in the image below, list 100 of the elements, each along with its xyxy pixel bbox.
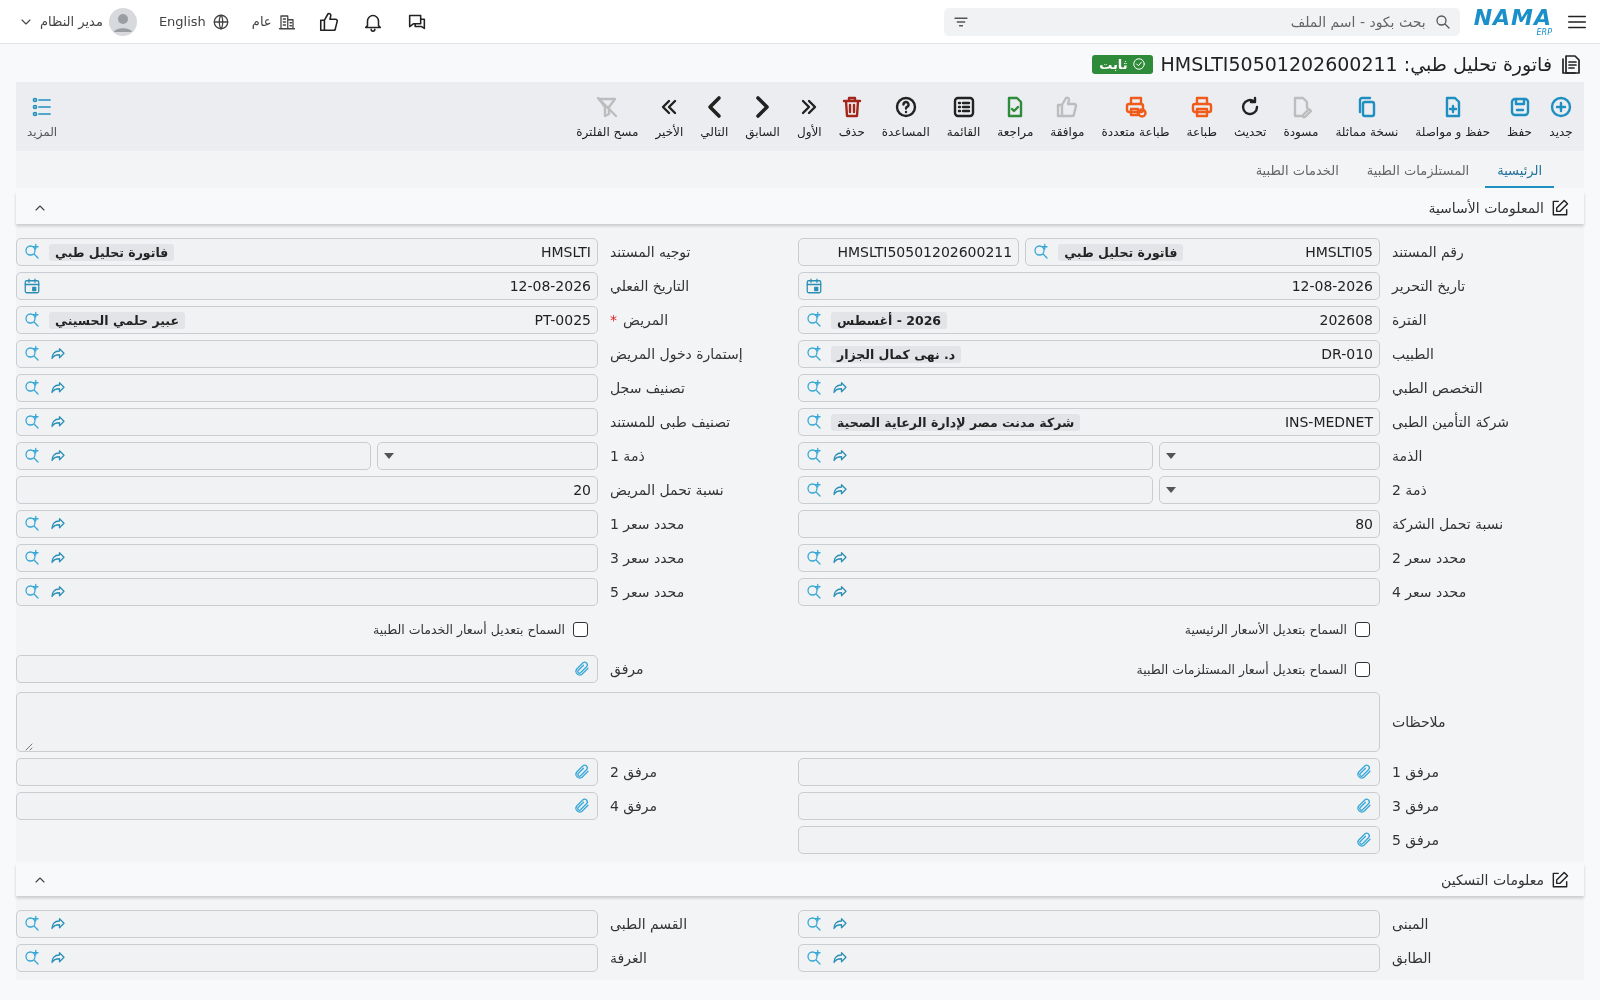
search-bar[interactable]: بحث بكود - اسم الملف xyxy=(943,7,1460,36)
checkbox[interactable] xyxy=(1355,661,1370,677)
search-plus-icon[interactable] xyxy=(23,949,41,967)
toolbar-button[interactable]: مسح الفلترة xyxy=(569,93,646,141)
checkbox[interactable] xyxy=(573,621,588,637)
search-plus-icon[interactable] xyxy=(23,379,41,397)
toolbar-button[interactable]: السابق xyxy=(738,93,787,141)
checkbox-option[interactable]: السماح بتعديل أسعار المستلزمات الطبية xyxy=(1136,661,1380,677)
search-plus-icon[interactable] xyxy=(805,447,823,465)
lookup-field[interactable] xyxy=(16,910,598,938)
lookup-field[interactable] xyxy=(16,408,598,436)
search-plus-icon[interactable] xyxy=(23,583,41,601)
calendar-icon[interactable] xyxy=(23,277,41,295)
toolbar-button[interactable]: القائمة xyxy=(939,93,988,141)
tab[interactable]: الرئيسية xyxy=(1485,159,1554,188)
search-field[interactable]: بحث بكود - اسم الملف xyxy=(975,12,1428,31)
input-field[interactable]: 80 xyxy=(798,510,1380,538)
search-plus-icon[interactable] xyxy=(805,481,823,499)
lookup-field[interactable] xyxy=(798,476,1153,504)
paperclip-icon[interactable] xyxy=(1355,763,1373,781)
section-header[interactable]: معلومات التسكين xyxy=(16,864,1584,896)
search-plus-icon[interactable] xyxy=(23,243,41,261)
section-header[interactable]: المعلومات الأساسية xyxy=(16,192,1584,224)
calendar-icon[interactable] xyxy=(805,277,823,295)
date-field[interactable]: 12-08-2026 xyxy=(798,272,1380,300)
toolbar-button[interactable]: موافقة xyxy=(1043,93,1092,141)
search-plus-icon[interactable] xyxy=(23,549,41,567)
toolbar-button[interactable]: حذف xyxy=(831,93,872,141)
toolbar-button[interactable]: تحديث xyxy=(1226,93,1274,141)
lookup-field[interactable] xyxy=(16,442,371,470)
lookup-field[interactable] xyxy=(16,944,598,972)
toolbar-button[interactable]: التالي xyxy=(693,93,736,141)
paperclip-icon[interactable] xyxy=(573,763,591,781)
lookup-field[interactable] xyxy=(16,578,598,606)
tab[interactable]: المستلزمات الطبية xyxy=(1354,159,1482,188)
search-plus-icon[interactable] xyxy=(805,413,823,431)
company-menu[interactable]: عام xyxy=(251,12,296,31)
paperclip-icon[interactable] xyxy=(573,660,591,678)
thumbs-up-icon[interactable] xyxy=(317,10,340,33)
toolbar-button[interactable]: طباعة xyxy=(1179,93,1224,141)
search-plus-icon[interactable] xyxy=(23,447,41,465)
lookup-field[interactable] xyxy=(16,340,598,368)
lookup-field[interactable] xyxy=(16,544,598,572)
resize-grip-icon[interactable] xyxy=(23,741,33,751)
checkbox-option[interactable]: السماح بتعديل أسعار الخدمات الطبية xyxy=(373,621,598,637)
attachment-field[interactable] xyxy=(16,758,598,786)
paperclip-icon[interactable] xyxy=(1355,831,1373,849)
search-plus-icon[interactable] xyxy=(805,583,823,601)
toolbar-button[interactable]: الأخير xyxy=(648,93,691,141)
search-plus-icon[interactable] xyxy=(23,915,41,933)
lookup-field[interactable] xyxy=(798,944,1380,972)
search-plus-icon[interactable] xyxy=(23,311,41,329)
dropdown[interactable] xyxy=(1158,442,1380,470)
checkbox-option[interactable]: السماح بتعديل الأسعار الرئيسية xyxy=(1184,621,1380,637)
toolbar-button[interactable]: حفظ xyxy=(1500,93,1539,141)
input-field[interactable]: 20 xyxy=(16,476,598,504)
attachment-field[interactable] xyxy=(16,655,598,683)
search-plus-icon[interactable] xyxy=(805,345,823,363)
toolbar-button[interactable]: الأول xyxy=(789,93,829,141)
checkbox[interactable] xyxy=(1355,621,1370,637)
user-menu[interactable]: مدير النظام xyxy=(18,7,137,36)
lookup-field[interactable] xyxy=(16,374,598,402)
language-menu[interactable]: English xyxy=(158,12,230,31)
attachment-field[interactable] xyxy=(16,792,598,820)
search-plus-icon[interactable] xyxy=(1032,243,1051,261)
toolbar-button[interactable]: طباعة متعددة xyxy=(1094,93,1177,141)
lookup-field[interactable] xyxy=(798,578,1380,606)
attachment-field[interactable] xyxy=(798,758,1380,786)
search-plus-icon[interactable] xyxy=(805,949,823,967)
paperclip-icon[interactable] xyxy=(1355,797,1373,815)
toolbar-button[interactable]: نسخة مماثلة xyxy=(1328,93,1406,141)
paperclip-icon[interactable] xyxy=(573,797,591,815)
toolbar-button[interactable]: مسودة xyxy=(1276,93,1326,141)
lookup-field[interactable] xyxy=(16,510,598,538)
search-plus-icon[interactable] xyxy=(805,549,823,567)
tab[interactable]: الخدمات الطبية xyxy=(1243,159,1351,188)
dropdown[interactable] xyxy=(1158,476,1380,504)
field-label: مرفق 5 xyxy=(1391,832,1440,848)
search-plus-icon[interactable] xyxy=(23,515,41,533)
notes-field[interactable] xyxy=(16,692,1380,752)
toolbar-button[interactable]: جديد xyxy=(1542,93,1580,141)
lookup-field[interactable] xyxy=(798,544,1380,572)
search-plus-icon[interactable] xyxy=(23,345,41,363)
toolbar-button[interactable]: المساعدة xyxy=(874,93,937,141)
date-field[interactable]: 12-08-2026 xyxy=(16,272,598,300)
attachment-field[interactable] xyxy=(798,826,1380,854)
toolbar-button[interactable]: حفظ و مواصلة xyxy=(1408,93,1498,141)
search-plus-icon[interactable] xyxy=(805,915,823,933)
lookup-field[interactable] xyxy=(798,442,1153,470)
status-badge: ثابت xyxy=(1092,54,1153,74)
number-field[interactable]: HMSLTI50501202600211 xyxy=(798,238,1020,266)
search-plus-icon[interactable] xyxy=(23,413,41,431)
attachment-field[interactable] xyxy=(798,792,1380,820)
more-button[interactable]: المزيد xyxy=(20,93,65,141)
toolbar-button[interactable]: مراجعة xyxy=(990,93,1041,141)
search-plus-icon[interactable] xyxy=(805,311,823,329)
lookup-field[interactable] xyxy=(798,910,1380,938)
lookup-field[interactable] xyxy=(798,374,1380,402)
search-plus-icon[interactable] xyxy=(805,379,823,397)
dropdown[interactable] xyxy=(376,442,598,470)
